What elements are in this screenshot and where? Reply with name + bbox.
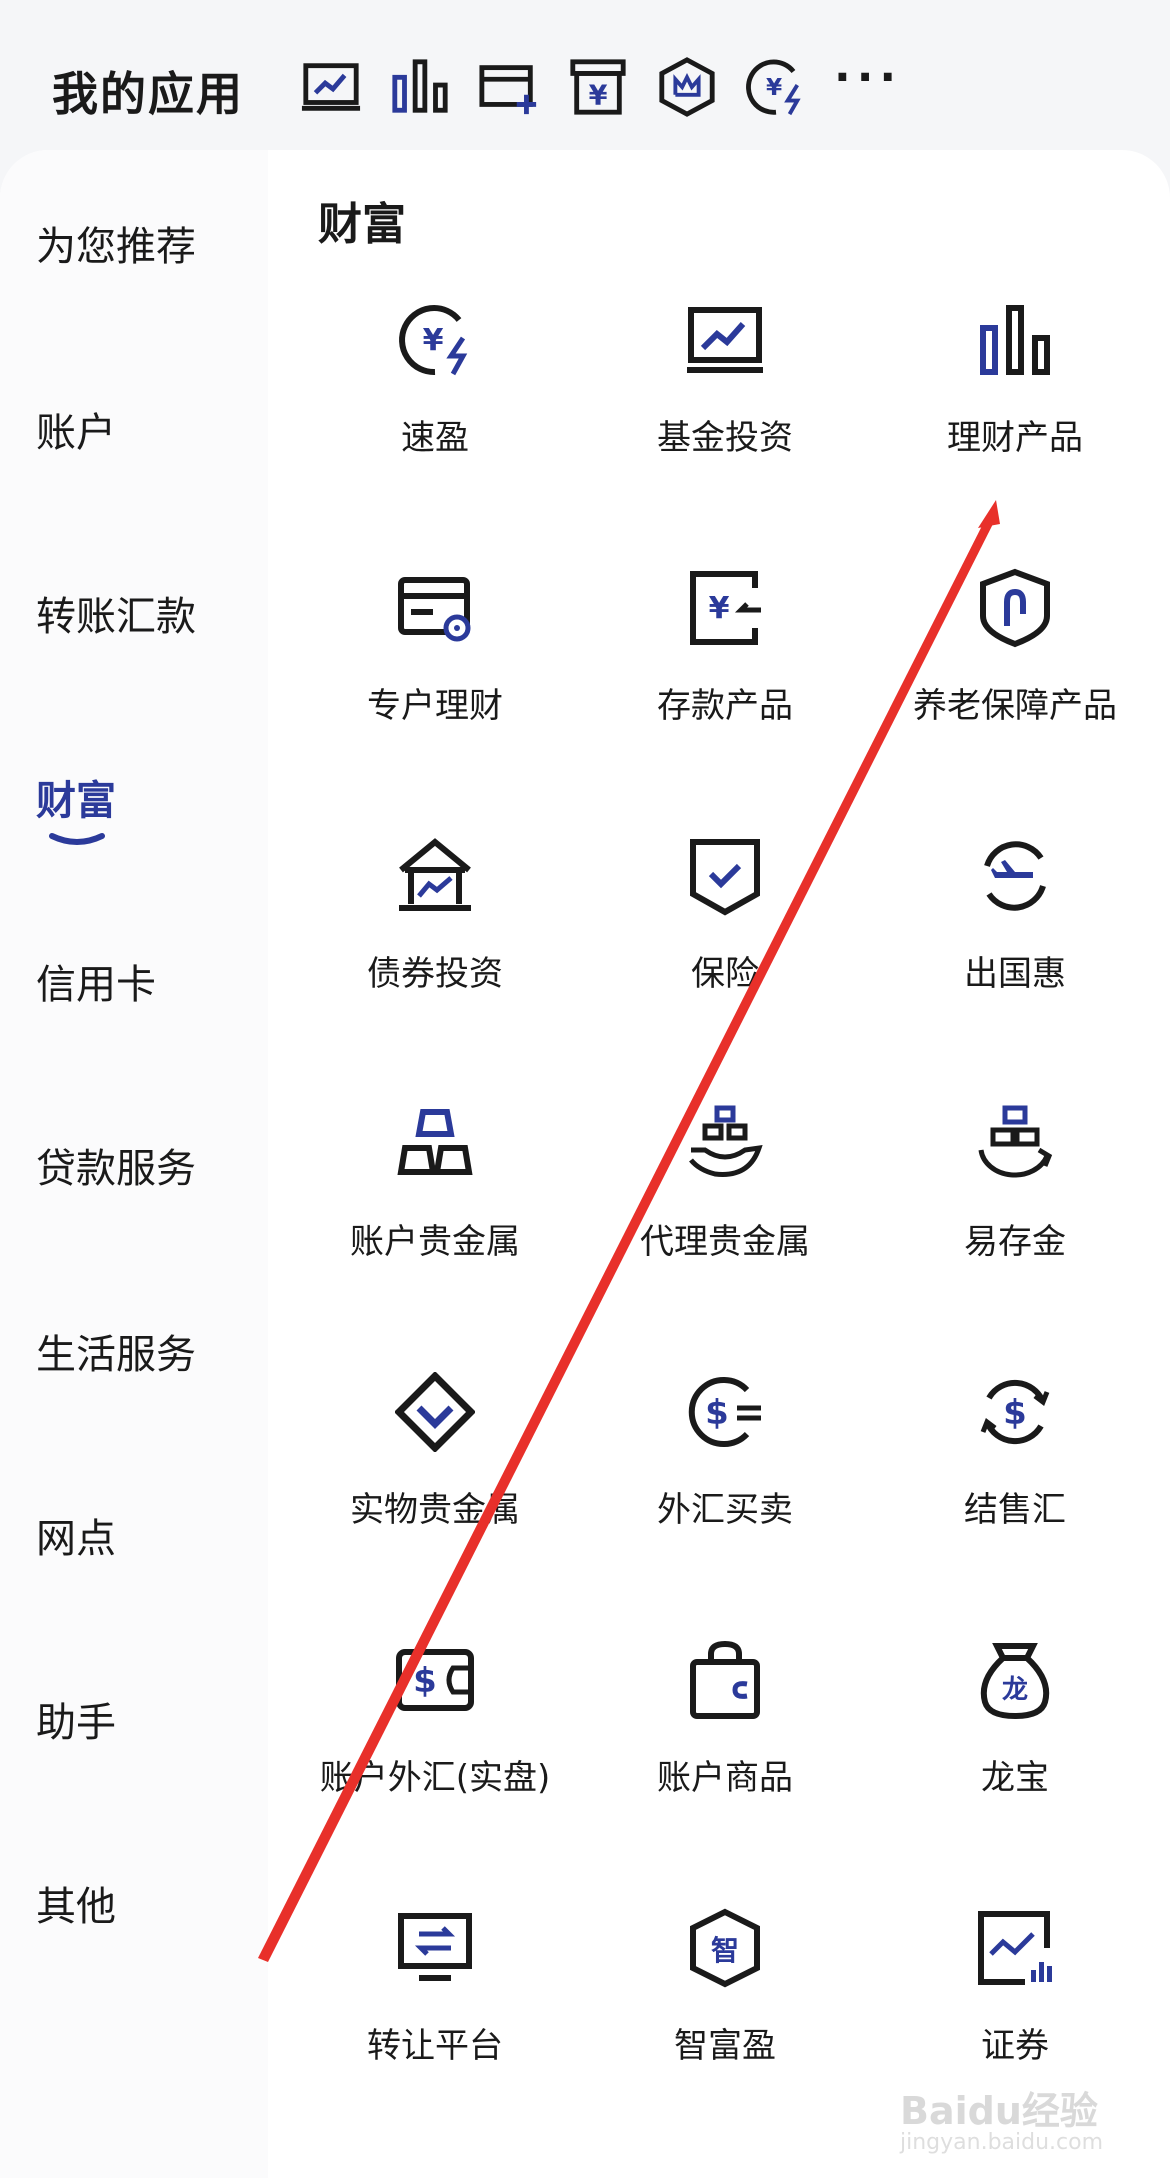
app-fund[interactable]: 基金投资: [580, 300, 870, 560]
app-label: 智富盈: [674, 2026, 776, 2066]
app-forex-trade[interactable]: $ 外汇买卖: [580, 1372, 870, 1632]
yuan-doc-icon: ¥: [685, 568, 765, 648]
card-coin-icon: [395, 568, 475, 648]
main-panel: 为您推荐 账户 转账汇款 财富 信用卡 贷款服务 生活服务 网点 助手 其他 财…: [0, 150, 1170, 2178]
svg-text:¥: ¥: [589, 80, 608, 111]
top-bar: 我的应用 ¥ ¥ ···: [0, 0, 1170, 160]
app-deposit[interactable]: ¥ 存款产品: [580, 568, 870, 828]
sidebar-item-credit-card[interactable]: 信用卡: [36, 952, 156, 1010]
app-zhifuying[interactable]: 智 智富盈: [580, 1908, 870, 2168]
dollar-exchange-icon: $: [685, 1372, 765, 1452]
app-longbao[interactable]: 龙 龙宝: [870, 1640, 1160, 1900]
sidebar-item-outlet[interactable]: 网点: [36, 1506, 116, 1564]
bond-house-icon: [395, 836, 475, 916]
card-add-icon[interactable]: [478, 56, 540, 118]
app-label: 账户外汇(实盘): [319, 1758, 551, 1798]
app-account-commodity[interactable]: 账户商品: [580, 1640, 870, 1900]
dollar-wallet-icon: $: [395, 1640, 475, 1720]
app-label: 账户商品: [657, 1758, 793, 1798]
yuan-flash-icon: ¥: [395, 300, 475, 380]
sidebar-item-life[interactable]: 生活服务: [36, 1322, 196, 1380]
transfer-screen-icon: [395, 1908, 475, 1988]
app-label: 速盈: [401, 418, 469, 458]
app-transfer-platform[interactable]: 转让平台: [290, 1908, 580, 2168]
shield-check-icon: [685, 836, 765, 916]
more-button[interactable]: ···: [834, 56, 902, 100]
chart-up-icon: [685, 300, 765, 380]
sidebar-item-wealth[interactable]: 财富: [36, 768, 116, 826]
app-label: 债券投资: [367, 954, 503, 994]
yuan-flash-icon[interactable]: ¥: [745, 56, 807, 118]
category-sidebar: 为您推荐 账户 转账汇款 财富 信用卡 贷款服务 生活服务 网点 助手 其他: [0, 150, 268, 2178]
app-wealth-product[interactable]: 理财产品: [870, 300, 1160, 560]
app-label: 外汇买卖: [657, 1490, 793, 1530]
sidebar-item-other[interactable]: 其他: [36, 1874, 116, 1932]
svg-text:$: $: [705, 1393, 729, 1433]
page-title: 我的应用: [52, 67, 244, 121]
crown-shield-icon[interactable]: [656, 56, 718, 118]
svg-text:龙: 龙: [1002, 1675, 1028, 1705]
app-label: 出国惠: [964, 954, 1066, 994]
hand-gold-icon: [685, 1104, 765, 1184]
svg-text:智: 智: [711, 1934, 739, 1967]
app-easy-gold[interactable]: 易存金: [870, 1104, 1160, 1364]
app-suying[interactable]: ¥ 速盈: [290, 300, 580, 560]
app-pension[interactable]: 养老保障产品: [870, 568, 1160, 828]
app-label: 养老保障产品: [913, 686, 1117, 726]
app-label: 代理贵金属: [640, 1222, 810, 1262]
app-account-precious-metal[interactable]: 账户贵金属: [290, 1104, 580, 1364]
stock-chart-icon: [975, 1908, 1055, 1988]
svg-text:$: $: [1003, 1393, 1027, 1433]
app-insurance[interactable]: 保险: [580, 836, 870, 1096]
sidebar-item-transfer[interactable]: 转账汇款: [36, 584, 196, 642]
app-label: 存款产品: [657, 686, 793, 726]
money-bag-icon: 龙: [975, 1640, 1055, 1720]
gold-bars-icon: [395, 1104, 475, 1184]
app-dedicated-account[interactable]: 专户理财: [290, 568, 580, 828]
app-label: 保险: [691, 954, 759, 994]
dollar-cycle-icon: $: [975, 1372, 1055, 1452]
app-agency-precious-metal[interactable]: 代理贵金属: [580, 1104, 870, 1364]
app-label: 证券: [981, 2026, 1049, 2066]
svg-text:$: $: [413, 1661, 437, 1701]
gold-cycle-icon: [975, 1104, 1055, 1184]
watermark-logo: Baidu经验: [900, 2089, 1098, 2133]
app-label: 理财产品: [947, 418, 1083, 458]
app-label: 基金投资: [657, 418, 793, 458]
app-label: 结售汇: [964, 1490, 1066, 1530]
sidebar-item-account[interactable]: 账户: [36, 400, 116, 458]
app-account-forex[interactable]: $ 账户外汇(实盘): [290, 1640, 580, 1900]
diamond-icon: [394, 1371, 476, 1453]
svg-text:¥: ¥: [423, 323, 444, 358]
app-label: 实物贵金属: [350, 1490, 520, 1530]
chart-up-icon[interactable]: [300, 56, 362, 118]
plane-cycle-icon: [975, 836, 1055, 916]
app-physical-precious-metal[interactable]: 实物贵金属: [290, 1371, 580, 1632]
app-label: 专户理财: [367, 686, 503, 726]
bar-chart-icon[interactable]: [389, 56, 451, 118]
app-label: 账户贵金属: [350, 1222, 520, 1262]
shortcut-bar: ¥ ¥ ···: [300, 56, 902, 118]
app-label: 龙宝: [981, 1758, 1049, 1798]
sidebar-item-loan[interactable]: 贷款服务: [36, 1136, 196, 1194]
app-fx-settlement[interactable]: $ 结售汇: [870, 1372, 1160, 1632]
section-title: 财富: [318, 199, 406, 250]
shield-icon: [975, 568, 1055, 648]
watermark-url: jingyan.baidu.com: [900, 2130, 1104, 2155]
svg-text:¥: ¥: [766, 74, 782, 101]
yuan-box-icon[interactable]: ¥: [567, 56, 629, 118]
bar-chart-icon: [975, 300, 1055, 380]
app-label: 转让平台: [367, 2026, 503, 2066]
hexagon-zhi-icon: 智: [685, 1908, 765, 1988]
sidebar-item-assistant[interactable]: 助手: [36, 1690, 116, 1748]
svg-text:¥: ¥: [709, 591, 730, 626]
bag-icon: [685, 1640, 765, 1720]
active-indicator: [49, 833, 105, 845]
app-overseas[interactable]: 出国惠: [870, 836, 1160, 1096]
app-label: 易存金: [964, 1222, 1066, 1262]
app-bond[interactable]: 债券投资: [290, 836, 580, 1096]
sidebar-item-recommend[interactable]: 为您推荐: [36, 214, 196, 272]
